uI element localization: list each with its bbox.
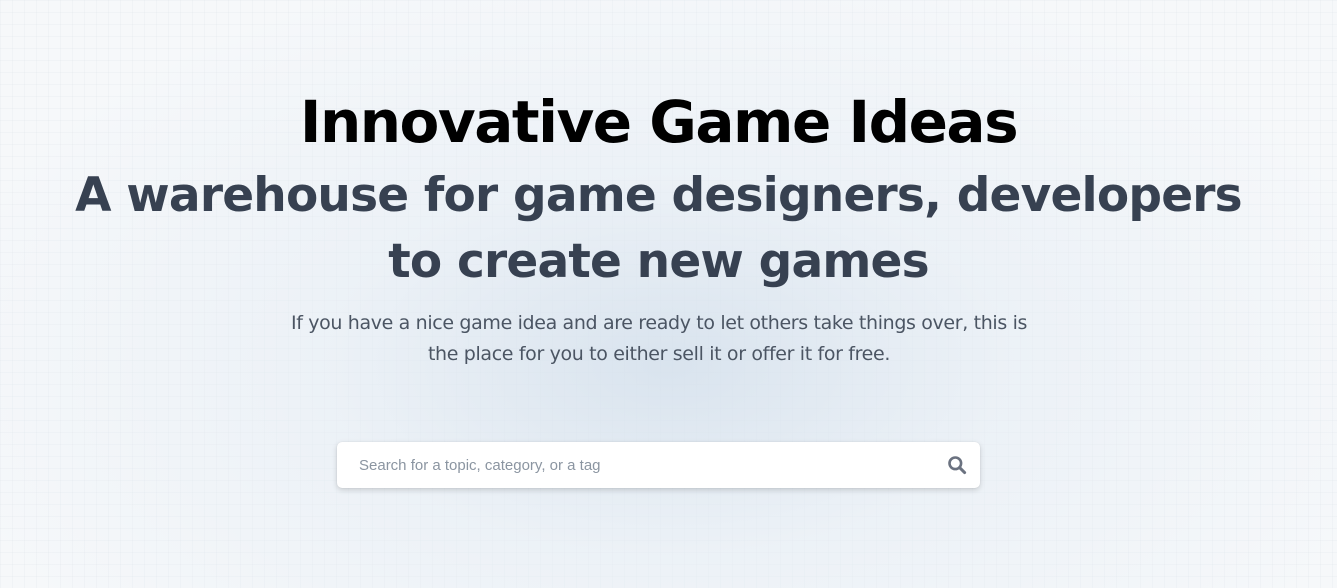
hero-description: If you have a nice game idea and are rea… <box>290 312 1028 365</box>
search-input[interactable] <box>337 442 937 488</box>
page-subtitle: A warehouse for game designers, develope… <box>75 168 1242 289</box>
search-button[interactable] <box>942 450 972 480</box>
page-title: Innovative Game Ideas <box>299 88 1019 156</box>
search-bar <box>337 442 980 488</box>
search-icon <box>948 456 967 475</box>
hero-section: Innovative Game Ideas A warehouse for ga… <box>0 0 1337 588</box>
